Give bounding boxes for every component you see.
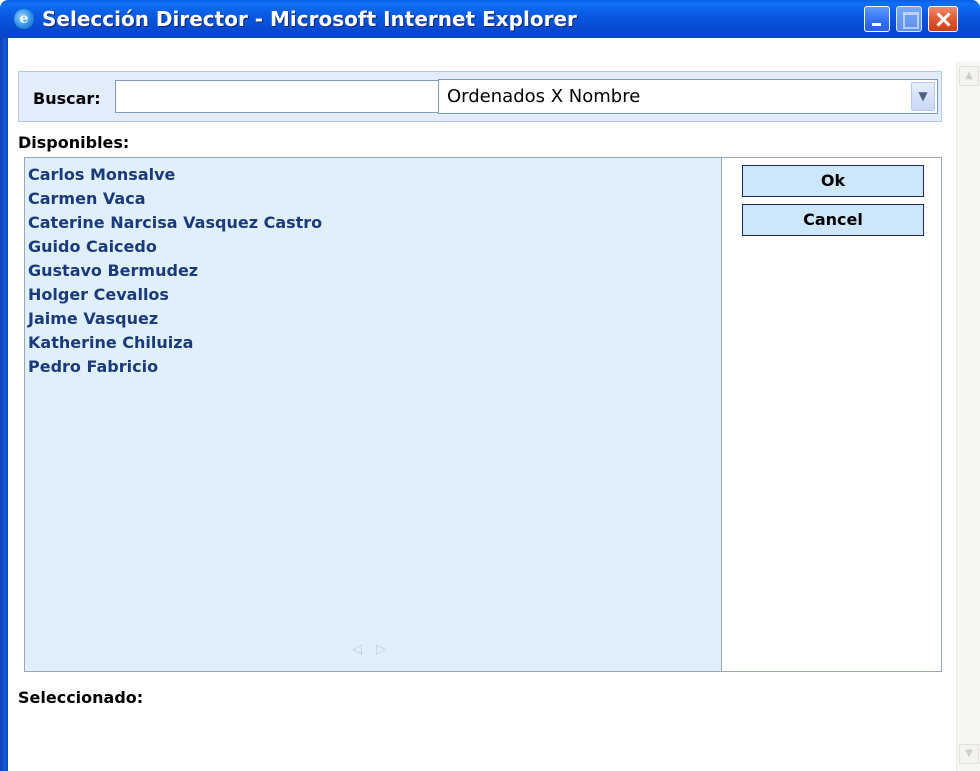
maximize-button[interactable] <box>896 6 922 32</box>
search-label: Buscar: <box>33 89 101 108</box>
arrow-up-icon: ▲ <box>965 70 973 81</box>
arrow-right-icon[interactable]: ▷ <box>376 642 386 657</box>
sort-select-value: Ordenados X Nombre <box>447 86 641 107</box>
sort-select[interactable]: Ordenados X Nombre ▼ <box>438 79 938 114</box>
arrow-left-icon[interactable]: ◁ <box>352 642 362 657</box>
scroll-down-button[interactable]: ▼ <box>959 744 979 764</box>
list-item[interactable]: Pedro Fabricio <box>28 355 322 379</box>
window-frame <box>0 38 8 771</box>
vertical-scrollbar[interactable]: ▲ ▼ <box>956 62 980 771</box>
list-item[interactable]: Jaime Vasquez <box>28 307 322 331</box>
list-item[interactable]: Guido Caicedo <box>28 235 322 259</box>
scroll-up-button[interactable]: ▲ <box>959 66 979 86</box>
available-panel: Carlos Monsalve Carmen Vaca Caterine Narci… <box>24 157 942 672</box>
arrow-down-icon: ▼ <box>965 748 973 759</box>
list-item[interactable]: Caterine Narcisa Vasquez Castro <box>28 211 322 235</box>
close-button[interactable] <box>928 6 958 32</box>
available-label: Disponibles: <box>18 133 130 152</box>
cancel-button[interactable]: Cancel <box>742 204 924 236</box>
list-item[interactable]: Gustavo Bermudez <box>28 259 322 283</box>
list-item[interactable]: Holger Cevallos <box>28 283 322 307</box>
horizontal-scroll: ◁ ▷ <box>352 642 400 657</box>
minimize-button[interactable] <box>864 6 890 32</box>
chevron-down-icon[interactable]: ▼ <box>911 82 935 111</box>
selected-label: Seleccionado: <box>18 688 144 707</box>
title-bar[interactable]: e Selección Director - Microsoft Interne… <box>0 0 980 38</box>
search-bar: Buscar: Ordenados X Nombre ▼ <box>18 71 942 122</box>
search-input[interactable] <box>115 80 443 113</box>
ok-button[interactable]: Ok <box>742 165 924 197</box>
available-list[interactable]: Carlos Monsalve Carmen Vaca Caterine Narci… <box>25 158 722 671</box>
list-item[interactable]: Katherine Chiluiza <box>28 331 322 355</box>
window-title: Selección Director - Microsoft Internet … <box>42 7 577 31</box>
list-item[interactable]: Carmen Vaca <box>28 187 322 211</box>
list-item[interactable]: Carlos Monsalve <box>28 163 322 187</box>
ie-icon: e <box>14 9 34 29</box>
